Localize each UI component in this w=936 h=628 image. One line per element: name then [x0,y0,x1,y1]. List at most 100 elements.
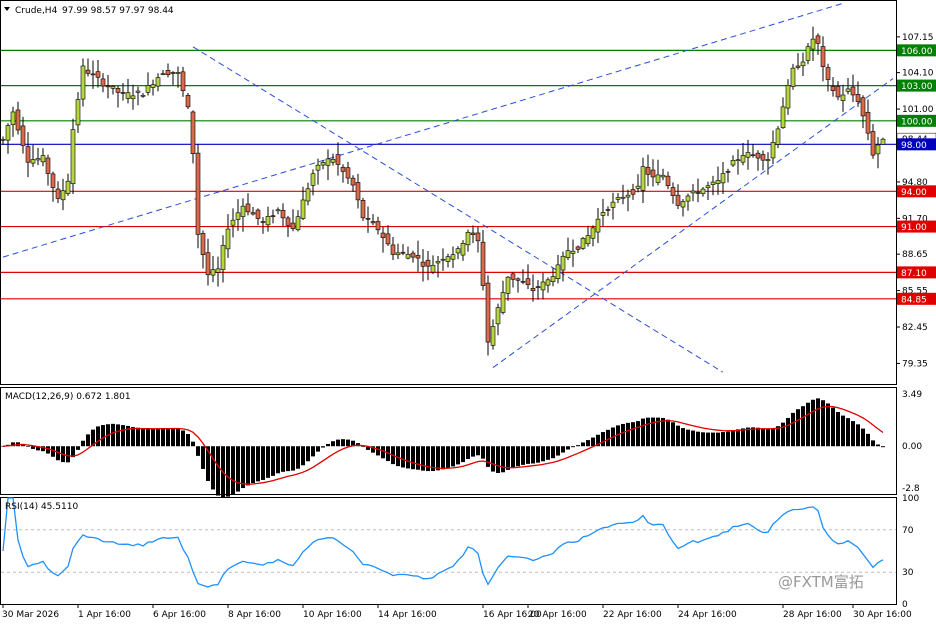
macd-bar [826,403,830,447]
candle-body [625,194,631,198]
candle-body [485,282,491,343]
macd-bar [586,440,590,447]
candle-body [395,252,401,256]
candle-body [305,188,311,202]
macd-bar [871,440,875,447]
macd-bar [76,446,80,450]
candle-body [375,221,381,231]
macd-bar [666,419,670,447]
candle-body [560,255,566,271]
candle-body [295,216,301,231]
candle-body [715,180,721,184]
macd-bar [251,446,255,484]
candle-body [140,95,146,97]
macd-bar [101,425,105,447]
macd-bar [66,446,70,463]
candle-body [220,245,226,270]
price-tick-label: 104.10 [902,69,934,79]
candle-body [650,169,656,178]
candle-body [680,201,686,208]
candle-body [840,94,846,101]
macd-bar [801,406,805,447]
macd-bar [336,439,340,447]
date-label: 14 Apr 16:00 [378,610,437,620]
candle-body [50,173,56,188]
candle-body [675,194,681,206]
price-tick-label: 107.15 [902,33,934,43]
candle-body [530,288,536,291]
price-tick-label: 88.65 [902,250,928,260]
candle-body [175,72,181,74]
macd-bar [81,440,85,447]
date-label: 30 Apr 16:00 [853,610,912,620]
macd-label: MACD(12,26,9) 0.672 1.801 [5,392,131,402]
macd-bar [561,446,565,453]
candle-body [645,166,651,175]
candle-body [660,174,666,178]
date-label: 24 Apr 16:00 [678,610,737,620]
candle-body [130,95,136,100]
macd-bar [111,423,115,447]
candle-body [535,286,541,288]
candle-body [630,189,636,195]
candle-body [460,243,466,256]
candle-body [815,35,821,44]
macd-bar [796,409,800,447]
candle-body [550,276,556,283]
candle-body [335,154,341,165]
macd-bar [116,424,120,447]
macd-bar [481,446,485,459]
macd-bar [421,446,425,471]
macd-bar [671,422,675,447]
candle-body [655,174,661,183]
rsi-tick-label: 0 [902,600,908,610]
macd-bar [856,424,860,447]
candle-body [230,219,236,226]
candle-body [385,233,391,245]
macd-bar [621,423,625,447]
candle-body [790,67,796,87]
candle-body [310,173,316,186]
main-pane[interactable] [0,0,897,385]
macd-bar [516,446,520,467]
macd-bar [136,427,140,447]
macd-bar [576,445,580,447]
macd-tick-label: 3.49 [902,390,922,400]
level-tag-label: 98.00 [901,141,927,151]
chart-svg[interactable]: 107.15104.10101.0094.8091.7088.6585.5582… [0,0,936,624]
candle-body [270,215,276,218]
macd-bar [231,446,235,495]
macd-bar [286,446,290,472]
candle-body [235,212,241,220]
candle-body [35,158,41,161]
candle-body [380,232,386,238]
candle-body [80,65,86,100]
macd-bar [786,417,790,447]
candle-body [345,167,351,179]
candle-body [160,73,166,75]
candle-body [595,218,601,233]
candle-body [540,281,546,291]
macd-bar [701,432,705,447]
macd-bar [171,428,175,447]
candle-body [620,196,626,199]
rsi-pane[interactable] [0,497,897,605]
candle-body [665,175,671,187]
watermark-logo: @FXTM富拓 [778,573,864,591]
macd-bar [571,446,575,448]
date-axis: 30 Mar 2026 1 Apr 16:00 6 Apr 16:00 8 Apr 1… [2,604,912,620]
candle-body [425,259,431,267]
macd-bar [246,446,250,486]
macd-bar [436,446,440,471]
candle-body [775,128,781,145]
candle-body [360,200,366,219]
macd-bar [591,437,595,447]
candle-body [575,246,581,250]
candle-body [115,88,121,93]
ohlc-readout: 97.99 98.57 97.97 98.44 [62,6,174,16]
macd-bar [456,446,460,465]
candle-body [255,209,261,219]
candle-body [280,209,286,219]
macd-bar [181,430,185,447]
candle-body [300,199,306,219]
